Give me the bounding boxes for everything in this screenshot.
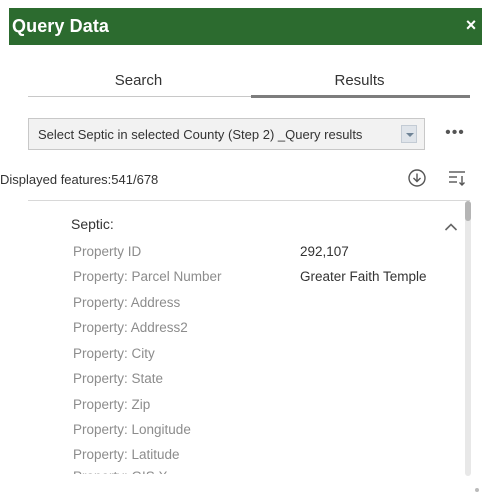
displayed-features-label: Displayed features:541/678: [0, 172, 159, 187]
window-title: Query Data: [12, 16, 110, 36]
tab-active-indicator: [251, 95, 470, 98]
chevron-down-icon[interactable]: [401, 125, 417, 143]
field-key: Property: Longitude: [73, 422, 191, 437]
tab-results[interactable]: Results: [249, 68, 470, 98]
field-key: Property: Zip: [73, 397, 151, 412]
tab-results-label: Results: [334, 72, 385, 89]
window-titlebar: Query Data ×: [9, 8, 482, 45]
field-row: Property: City: [73, 346, 155, 361]
field-key: Property: Address: [73, 295, 181, 310]
field-key: Property: City: [73, 346, 155, 361]
result-layer-title: Septic:: [71, 216, 114, 232]
field-row: Property: GIS X: [73, 469, 168, 474]
tab-search[interactable]: Search: [28, 68, 249, 98]
field-row: Property: Address: [73, 295, 180, 310]
field-key: Property: State: [73, 371, 164, 386]
scrollbar-thumb[interactable]: [465, 201, 471, 221]
close-icon[interactable]: ×: [462, 15, 480, 35]
field-row: Property: State: [73, 371, 163, 386]
field-key: Property: Parcel Number: [73, 269, 222, 284]
field-row: Property: Latitude: [73, 447, 180, 462]
field-value: Greater Faith Temple: [300, 269, 427, 284]
field-key: Property ID: [73, 244, 142, 259]
result-panel: Septic: Property ID 292,107 Property: Pa…: [28, 201, 465, 474]
tab-bar: Search Results: [28, 68, 470, 98]
resize-handle[interactable]: [475, 488, 479, 492]
field-key: Property: GIS X: [73, 469, 168, 474]
query-select[interactable]: Select Septic in selected County (Step 2…: [28, 118, 425, 150]
download-icon[interactable]: [407, 168, 427, 188]
field-row: Property ID: [73, 244, 141, 259]
field-value: 292,107: [300, 244, 349, 259]
chevron-up-icon[interactable]: [444, 219, 458, 231]
field-row: Property: Address2: [73, 320, 188, 335]
query-select-value: Select Septic in selected County (Step 2…: [38, 127, 363, 142]
tab-search-label: Search: [114, 72, 163, 89]
field-row: Property: Parcel Number: [73, 269, 222, 284]
field-row: Property: Zip: [73, 397, 150, 412]
field-key: Property: Latitude: [73, 447, 180, 462]
more-options-icon[interactable]: •••: [445, 123, 465, 143]
field-key: Property: Address2: [73, 320, 188, 335]
scrollbar-track[interactable]: [465, 201, 471, 476]
field-row: Property: Longitude: [73, 422, 191, 437]
sort-icon[interactable]: [447, 168, 467, 188]
